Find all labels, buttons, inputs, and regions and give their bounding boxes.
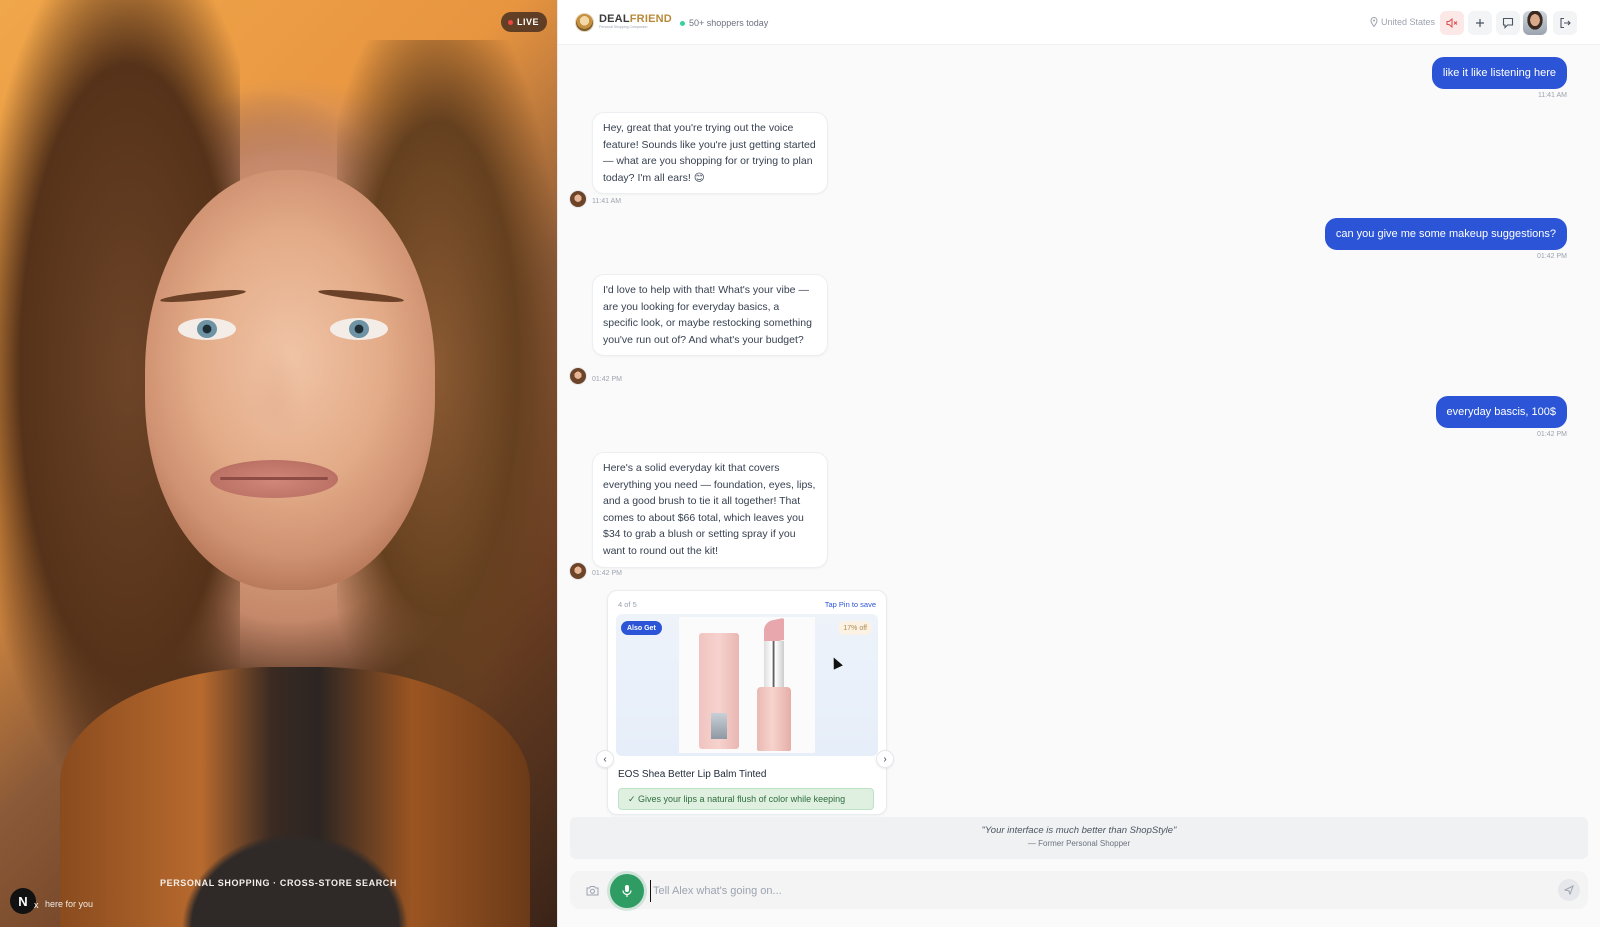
assistant-status-text: here for you	[45, 899, 94, 909]
plus-icon	[1476, 19, 1484, 27]
mic-icon	[622, 885, 632, 897]
message-time: 01:42 PM	[592, 376, 622, 383]
chevron-right-icon: ›	[883, 753, 887, 765]
message-time: 01:42 PM	[592, 570, 622, 577]
brand-tagline: Personal Shopping Companion	[599, 25, 648, 29]
user-message: like it like listening here	[1431, 57, 1567, 89]
assistant-message: Hey, great that you're trying out the vo…	[592, 112, 828, 195]
message-time: 11:41 AM	[1537, 92, 1567, 99]
online-dot-icon	[680, 20, 685, 26]
chat-panel: DEALFRIEND Personal Shopping Companion 5…	[557, 0, 1600, 927]
discount-badge: 17% off	[838, 621, 872, 635]
chat-history-button[interactable]	[1496, 11, 1520, 35]
live-dot-icon	[507, 19, 513, 25]
pin-hint[interactable]: Tap Pin to save	[825, 600, 876, 609]
assistant-avatar	[569, 190, 587, 208]
message-time: 11:41 AM	[592, 198, 622, 205]
testimonial-quote: "Your interface is much better than Shop…	[981, 825, 1177, 836]
testimonial-author: — Former Personal Shopper	[1027, 839, 1131, 848]
camera-icon	[586, 886, 599, 896]
assistant-logo-x: x	[34, 900, 39, 910]
user-message: everyday bascis, 100$	[1435, 396, 1567, 428]
cursor-icon	[829, 655, 843, 670]
lip-balm-box	[699, 633, 739, 749]
carousel-prev-button[interactable]: ‹	[596, 750, 614, 768]
location-selector[interactable]: United States	[1370, 17, 1435, 27]
live-video-panel: LIVE PERSONAL SHOPPING · CROSS-STORE SEA…	[0, 0, 557, 927]
assistant-message: Here's a solid everyday kit that covers …	[592, 452, 828, 568]
top-bar: DEALFRIEND Personal Shopping Companion 5…	[558, 0, 1600, 45]
send-icon	[1564, 885, 1574, 895]
message-input[interactable]	[650, 880, 1530, 902]
also-get-badge: Also Get	[621, 621, 662, 635]
product-title[interactable]: EOS Shea Better Lip Balm Tinted	[618, 769, 766, 780]
message-list[interactable]: like it like listening here 11:41 AM Hey…	[558, 45, 1600, 815]
exit-icon	[1560, 17, 1571, 29]
lip-balm-stick	[757, 687, 791, 751]
mute-button[interactable]	[1440, 11, 1464, 35]
brand-logo-icon	[575, 13, 594, 32]
brand-name[interactable]: DEALFRIEND	[599, 13, 672, 25]
user-avatar[interactable]	[1523, 11, 1547, 35]
app-window: LIVE PERSONAL SHOPPING · CROSS-STORE SEA…	[0, 0, 1600, 927]
carousel-next-button[interactable]: ›	[876, 750, 894, 768]
product-image[interactable]	[616, 614, 878, 756]
assistant-message: I'd love to help with that! What's your …	[592, 274, 828, 357]
new-chat-button[interactable]	[1468, 11, 1492, 35]
message-time: 01:42 PM	[1537, 253, 1567, 260]
assistant-avatar	[569, 562, 587, 580]
camera-button[interactable]	[586, 883, 599, 901]
product-benefit: ✓ Gives your lips a natural flush of col…	[618, 788, 874, 810]
testimonial-banner: "Your interface is much better than Shop…	[570, 817, 1588, 859]
assistant-logo[interactable]: N	[10, 888, 36, 914]
composer	[570, 871, 1588, 909]
shoppers-count: 50+ shoppers today	[680, 18, 768, 28]
user-message: can you give me some makeup suggestions?	[1324, 218, 1567, 250]
location-pin-icon	[1370, 17, 1378, 27]
message-time: 01:42 PM	[1537, 431, 1567, 438]
assistant-avatar	[569, 367, 587, 385]
video-caption: PERSONAL SHOPPING · CROSS-STORE SEARCH	[160, 878, 397, 888]
chat-icon	[1502, 17, 1514, 29]
live-badge: LIVE	[500, 12, 547, 32]
video-subject-sweater	[60, 667, 530, 927]
product-card[interactable]: 4 of 5 Tap Pin to save Also Get 17% off …	[607, 590, 887, 815]
chevron-left-icon: ‹	[603, 753, 607, 765]
mute-icon	[1446, 17, 1458, 29]
send-button[interactable]	[1558, 879, 1580, 901]
carousel-counter: 4 of 5	[618, 600, 637, 609]
mic-button[interactable]	[610, 874, 644, 908]
logout-button[interactable]	[1553, 11, 1577, 35]
live-label: LIVE	[516, 17, 539, 27]
